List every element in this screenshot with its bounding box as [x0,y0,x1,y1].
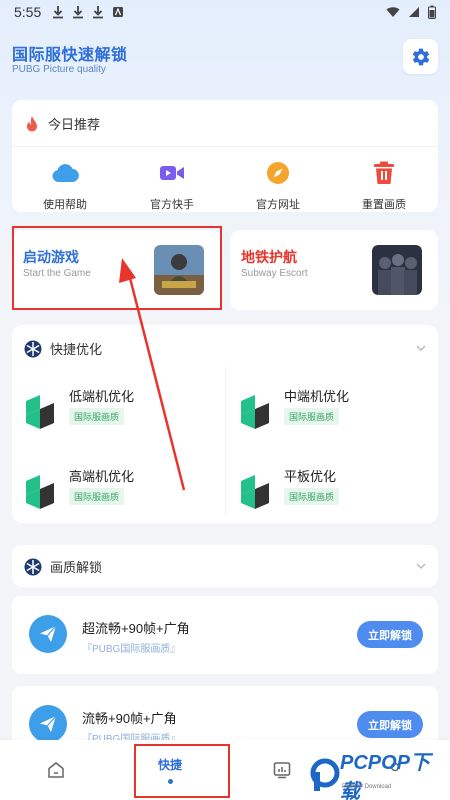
download-icon [53,6,63,19]
paper-plane-icon [29,705,67,743]
download-icon [73,6,83,19]
reset-quality-shortcut[interactable]: 重置画质 [339,158,429,212]
watermark: PCPOP下载 PCPOP Download [310,752,450,800]
high-end-title: 高端机优化 [69,469,135,484]
quality-tag: 国际服画质 [69,408,125,425]
help-label: 使用帮助 [43,199,87,211]
unlock-title: 画质解锁 [50,560,103,575]
nav-stats[interactable] [262,740,302,800]
unlock-header-row: 画质解锁 [24,557,102,576]
help-shortcut[interactable]: 使用帮助 [20,158,110,212]
website-shortcut[interactable]: 官方网址 [233,158,323,212]
status-bar: 5:55 [0,0,450,26]
low-end-optimize[interactable]: 低端机优化 国际服画质 [12,383,212,443]
quick-optimize-card: 快捷优化 低端机优化 国际服画质 中端机优化 国际服画质 高端机优化 国际服画质… [12,325,438,523]
status-time: 5:55 [14,4,42,20]
wifi-icon [386,7,400,17]
subway-game-image [372,245,422,295]
watermark-subtext: PCPOP Download [342,784,392,790]
optimize-logo-icon [26,395,54,429]
pcpop-logo-icon [310,758,340,791]
unlock-item-subtitle: 『PUBG国际服画质』 [82,644,181,655]
unlock-item-title: 超流畅+90帧+广角 [82,621,190,636]
optimize-logo-icon [241,475,269,509]
divider [12,146,438,147]
reset-quality-label: 重置画质 [362,199,406,211]
kuaishou-label: 官方快手 [150,199,194,211]
fire-icon [27,115,37,131]
subway-escort-title: 地铁护航 [241,249,297,265]
watermark-text: PCPOP下载 [340,752,431,800]
unlock-item: 超流畅+90帧+广角 『PUBG国际服画质』 立即解锁 [12,596,438,674]
unlock-now-button[interactable]: 立即解锁 [357,621,423,648]
tablet-optimize[interactable]: 平板优化 国际服画质 [227,463,427,523]
annotation-highlight-box [12,226,222,310]
trash-icon [374,161,394,184]
today-title: 今日推荐 [48,117,101,132]
battery-icon [428,5,436,19]
home-icon [48,762,64,778]
chevron-down-icon[interactable] [416,343,426,353]
today-recommend-card: 今日推荐 使用帮助 官方快手 官方网址 重置画质 [12,100,438,212]
unlock-now-button[interactable]: 立即解锁 [357,711,423,738]
gear-icon [412,48,429,65]
high-end-optimize[interactable]: 高端机优化 国际服画质 [12,463,212,523]
video-camera-icon [160,166,184,180]
optimize-logo-icon [26,475,54,509]
cloud-icon [52,164,79,183]
snowflake-icon [24,558,42,575]
subway-escort-card[interactable]: 地铁护航 Subway Escort [230,230,438,310]
mid-end-optimize[interactable]: 中端机优化 国际服画质 [227,383,427,443]
app-notification-icon [113,7,123,17]
optimize-header: 快捷优化 [24,339,102,358]
optimize-title: 快捷优化 [50,342,103,357]
quality-tag: 国际服画质 [284,408,340,425]
quality-tag: 国际服画质 [69,488,125,505]
annotation-highlight-box [134,744,230,798]
quality-unlock-header: 画质解锁 [12,545,438,587]
chevron-down-icon[interactable] [416,561,426,571]
snowflake-icon [24,340,42,357]
signal-icon [409,7,419,17]
today-header: 今日推荐 [24,114,100,133]
low-end-title: 低端机优化 [69,389,135,404]
compass-icon [267,162,289,184]
app-subtitle: PUBG Picture quality [12,64,106,75]
chart-icon [273,762,291,779]
settings-button[interactable] [403,39,438,74]
optimize-logo-icon [241,395,269,429]
unlock-item-title: 流畅+90帧+广角 [82,711,177,726]
download-icon [93,6,103,19]
kuaishou-shortcut[interactable]: 官方快手 [127,158,217,212]
nav-home[interactable] [36,740,76,800]
subway-escort-subtitle: Subway Escort [241,268,308,279]
paper-plane-icon [29,615,67,653]
mid-end-title: 中端机优化 [284,389,350,404]
website-label: 官方网址 [256,199,300,211]
divider [225,367,226,515]
app-title: 国际服快速解锁 [12,47,128,64]
tablet-title: 平板优化 [284,469,337,484]
quality-tag: 国际服画质 [284,488,340,505]
